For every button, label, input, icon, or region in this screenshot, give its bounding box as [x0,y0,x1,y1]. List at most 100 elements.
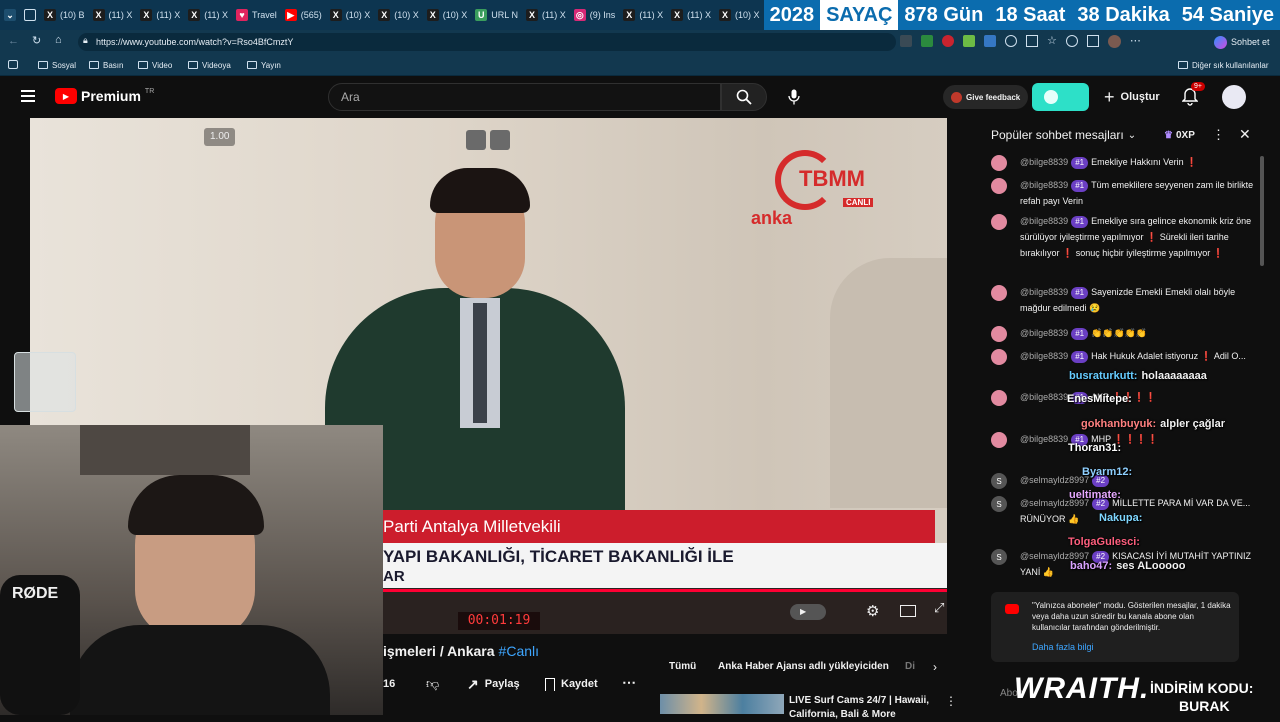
user-avatar [991,349,1007,365]
give-feedback-button[interactable]: Give feedback [943,85,1029,109]
voice-search-button[interactable] [781,84,807,110]
learn-more-link[interactable]: Daha fazla bilgi [1032,642,1094,652]
browser-tab[interactable]: X (10) X [423,0,472,30]
chat-username[interactable]: @bilge8839 [1020,287,1068,297]
tab-actions-button[interactable] [20,0,40,30]
search-button[interactable] [721,83,767,111]
browser-tab[interactable]: X(11) X [184,0,232,30]
browser-tab[interactable]: X(11) X [136,0,184,30]
bookmark-folder[interactable]: Sosyal [38,54,76,76]
chat-message[interactable]: @bilge8839 #1 Sayenizde Emekli Emekli olal… [991,284,1251,316]
extension-icon[interactable] [1065,35,1078,47]
chat-username[interactable]: @bilge8839 [1020,157,1068,167]
search-input[interactable]: Ara [328,83,721,111]
more-icon[interactable]: ⋯ [1130,35,1141,48]
save-button[interactable]: Kaydet [545,676,598,692]
chip-uploader[interactable]: Anka Haber Ajansı adlı yükleyiciden [718,661,889,672]
xp-counter[interactable]: ♛ 0XP [1164,130,1195,141]
browser-tab[interactable]: X (10) X [715,0,764,30]
bookmark-folder[interactable]: Basın [89,54,123,76]
chat-menu-icon[interactable]: ⋮ [1212,127,1225,143]
chevron-right-icon[interactable]: › [933,660,937,674]
theater-icon[interactable] [900,605,916,617]
video-title-hashtag[interactable]: #Canlı [499,643,539,659]
share-label: Paylaş [484,678,520,690]
chat-message[interactable]: @bilge8839 #1 Emekliye sıra gelince ekonom… [991,213,1251,261]
browser-tab[interactable]: X(11) X [619,0,667,30]
notifications-button[interactable]: 9+ [1181,82,1205,106]
browser-tab[interactable]: X(11) X [522,0,570,30]
extension-icon[interactable] [900,35,912,47]
fullscreen-icon[interactable]: ⤢ [934,600,944,616]
chat-username[interactable]: @selmayldz8997 [1020,475,1089,485]
browser-tab[interactable]: U URL N [471,0,522,30]
clip-icon[interactable] [490,130,510,150]
chat-message[interactable]: @bilge8839 #1 Tüm emeklilere seyyenen zam … [991,177,1253,209]
rank-badge: #1 [1071,157,1089,169]
chip-more[interactable]: Di [905,661,915,672]
browser-tab[interactable]: ♥ Travel [232,0,281,30]
chat-username[interactable]: @bilge8839 [1020,392,1068,402]
other-bookmarks[interactable]: Diğer sık kullanılanlar [1178,54,1268,76]
miniplayer-icon[interactable] [466,130,486,150]
overlay-username: EnesMitepe: [1067,393,1132,405]
progress-bar[interactable] [383,589,947,592]
favorite-icon[interactable]: ☆ [1047,35,1057,48]
collections-icon[interactable] [1086,35,1099,47]
window-menu-button[interactable]: ⌄ [0,0,20,30]
chat-scrollbar[interactable] [1260,156,1264,266]
like-button[interactable]: 16 [383,676,395,692]
chat-message[interactable]: @bilge8839 #1 👏👏👏👏👏 [991,325,1251,342]
extension-icon[interactable] [1005,35,1017,47]
browser-tab[interactable]: X (10) X [374,0,423,30]
chip-all[interactable]: Tümü [669,661,696,672]
recommend-title[interactable]: LIVE Surf Cams 24/7 | Hawaii, California… [789,694,939,722]
chat-message[interactable]: @bilge8839 #1 Hak Hukuk Adalet istiyoruz ❗… [991,348,1251,365]
url-field[interactable]: 🔒︎ https://www.youtube.com/watch?v=Rso4B… [78,33,896,51]
browser-tab[interactable]: X (10) B [40,0,89,30]
bookmark-folder[interactable]: Yayın [247,54,281,76]
account-avatar[interactable] [1222,85,1246,109]
chat-username[interactable]: @bilge8839 [1020,328,1068,338]
chat-mode-dropdown[interactable]: Popüler sohbet mesajları ⌄ [991,128,1136,142]
create-button[interactable]: + Oluştur [1104,85,1160,109]
chat-username[interactable]: @bilge8839 [1020,216,1068,226]
tab-favicon-icon: X [671,9,684,21]
settings-icon[interactable]: ⚙ [866,602,879,620]
back-icon[interactable]: ← [8,35,19,47]
extension-icon[interactable] [984,35,996,47]
recommend-thumbnail[interactable] [660,694,784,714]
bookmark-folder[interactable]: Videoya [188,54,231,76]
browser-tab[interactable]: ▶ (565) [281,0,326,30]
home-icon[interactable]: ⌂ [55,34,62,46]
playback-speed[interactable]: 1.00 [204,128,236,146]
chat-message[interactable]: @bilge8839 #1 Emekliye Hakkını Verin ❗ [991,154,1251,171]
chat-username[interactable]: @bilge8839 [1020,351,1068,361]
close-icon[interactable]: ✕ [1239,126,1251,143]
agency-logo: anka [751,208,793,228]
profile-avatar[interactable] [1107,35,1121,48]
chat-username[interactable]: @bilge8839 [1020,434,1068,444]
reload-icon[interactable]: ↻ [32,34,41,47]
dislike-icon[interactable]: 👎︎ [426,676,439,692]
copilot-button[interactable]: Sohbet et [1214,33,1270,51]
bookmark-manager-icon[interactable] [8,60,18,69]
share-button[interactable]: ↗ Paylaş [467,676,520,692]
extension-widget-button[interactable] [1032,83,1089,111]
browser-tab[interactable]: X(11) X [667,0,715,30]
browser-tab[interactable]: X(11) X [89,0,137,30]
extension-icon[interactable] [963,35,975,47]
youtube-logo[interactable]: ▶ Premium TR [55,88,154,104]
autoplay-toggle[interactable]: ▶ [790,604,826,620]
browser-tab[interactable]: ◎ (9) Ins [570,0,620,30]
browser-tab[interactable]: X (10) X [326,0,375,30]
recommend-menu-icon[interactable]: ⋮ [945,694,957,708]
bookmark-folder[interactable]: Video [138,54,172,76]
split-view-icon[interactable] [1026,35,1038,47]
chat-username[interactable]: @bilge8839 [1020,180,1068,190]
menu-icon[interactable] [21,90,35,102]
extension-icon[interactable] [921,35,933,47]
live-chat-panel: Popüler sohbet mesajları ⌄ ♛ 0XP ⋮ ✕ @bi… [974,118,1280,720]
extension-icon[interactable] [942,35,954,47]
more-actions-icon[interactable]: ⋯ [622,674,636,691]
